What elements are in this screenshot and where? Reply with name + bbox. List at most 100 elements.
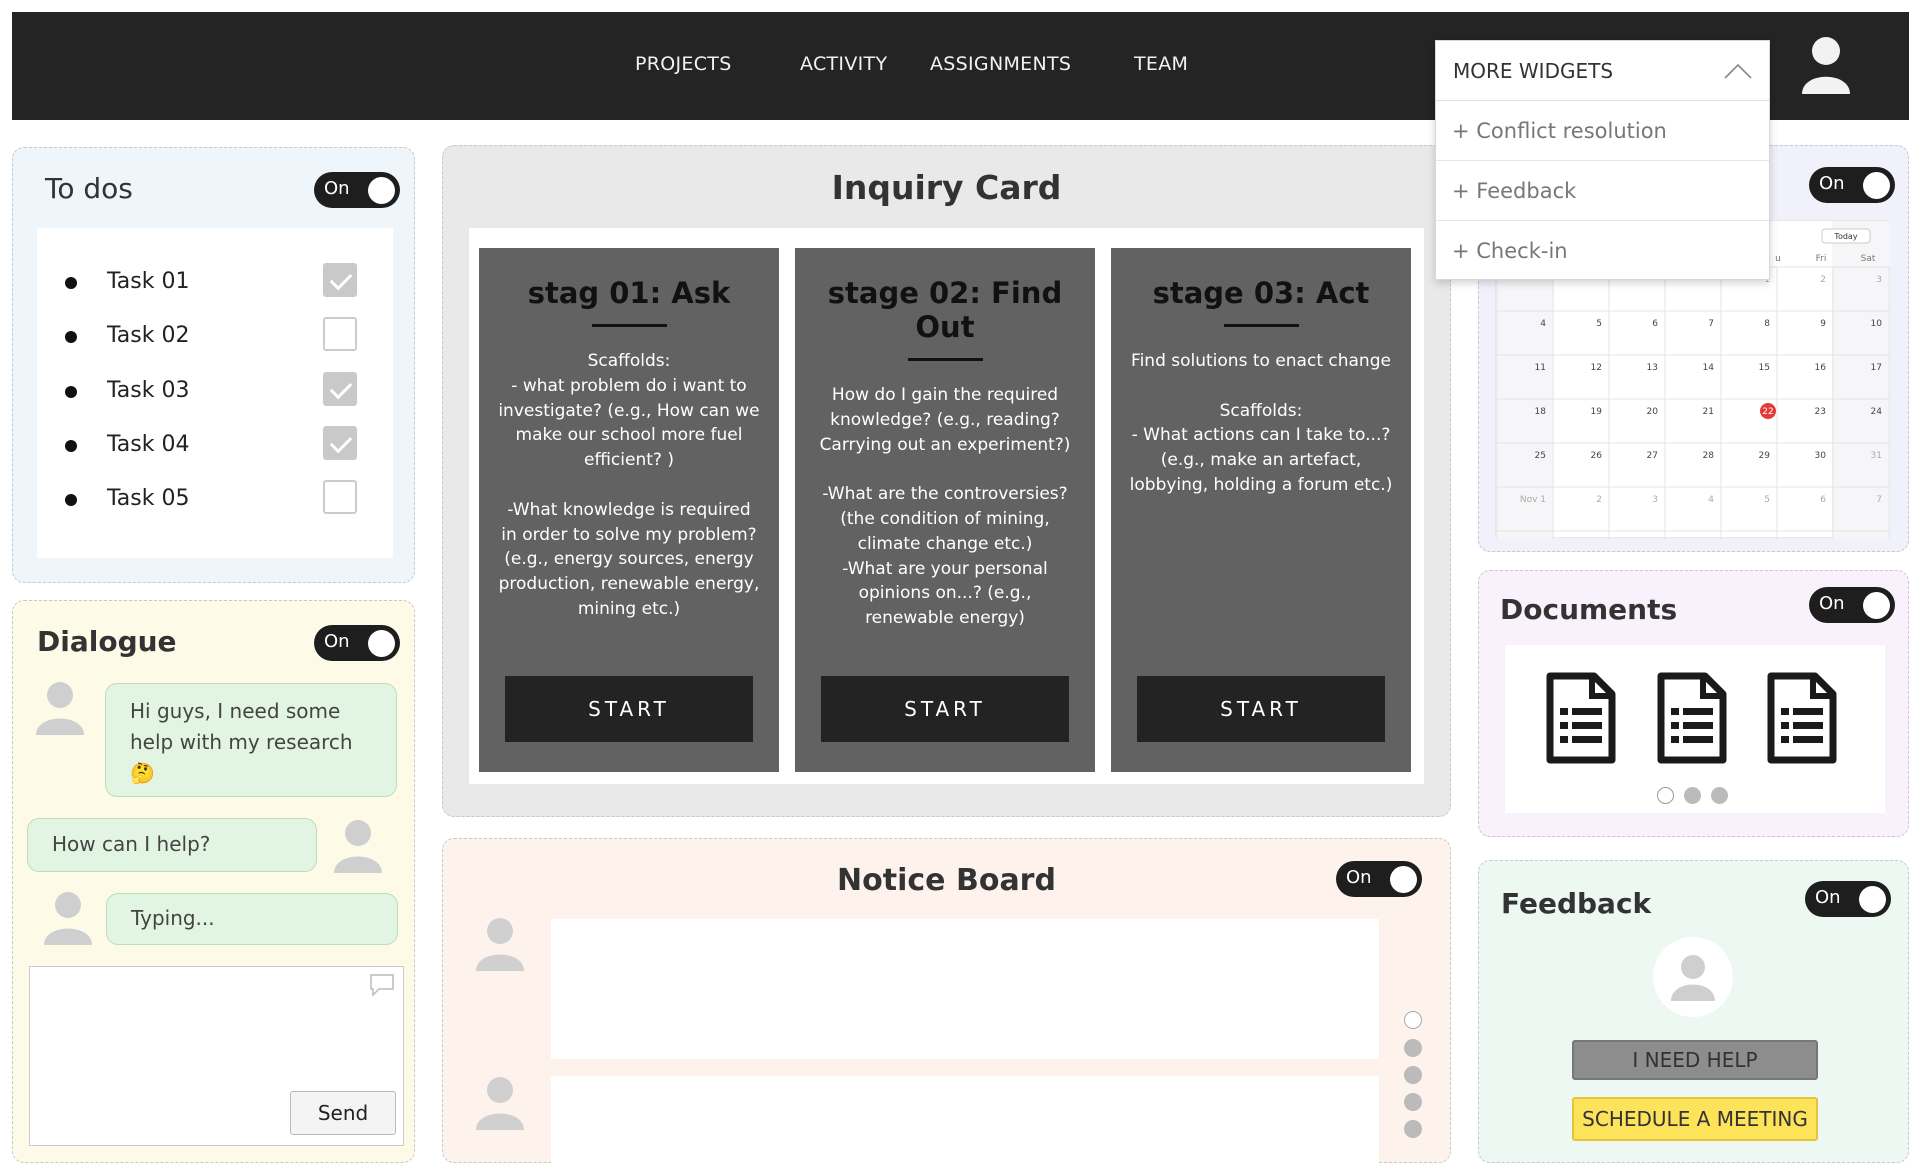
toggle-label: On xyxy=(1815,887,1841,908)
nav-assignments[interactable]: ASSIGNMENTS xyxy=(930,53,1071,75)
notice-board-toggle[interactable]: On xyxy=(1336,861,1422,897)
calendar-day[interactable]: 3 xyxy=(1876,275,1882,285)
avatar-icon xyxy=(475,917,525,971)
task-checkbox[interactable] xyxy=(323,372,357,406)
calendar-day[interactable]: 5 xyxy=(1596,319,1602,329)
inquiry-card-title: Inquiry Card xyxy=(831,168,1062,207)
carousel-dot-active[interactable] xyxy=(1657,787,1674,804)
task-checkbox[interactable] xyxy=(323,426,357,460)
calendar-day[interactable]: 10 xyxy=(1871,319,1883,329)
calendar-day[interactable]: 18 xyxy=(1535,407,1547,417)
calendar-toggle[interactable]: On xyxy=(1809,167,1895,203)
toggle-label: On xyxy=(1346,867,1372,888)
calendar-day[interactable]: 28 xyxy=(1703,451,1715,461)
message-input[interactable]: Send xyxy=(29,966,404,1146)
todos-toggle[interactable]: On xyxy=(314,172,400,208)
dialogue-toggle[interactable]: On xyxy=(314,625,400,661)
calendar-day[interactable]: 16 xyxy=(1815,363,1827,373)
calendar-day[interactable]: 27 xyxy=(1647,451,1658,461)
avatar-icon xyxy=(35,681,85,735)
nav-activity[interactable]: ACTIVITY xyxy=(800,53,887,75)
avatar-icon xyxy=(333,819,383,873)
calendar-day[interactable]: 4 xyxy=(1708,495,1714,505)
document-icon[interactable] xyxy=(1767,672,1837,768)
calendar-day[interactable]: 15 xyxy=(1759,363,1770,373)
task-label: Task 01 xyxy=(107,269,190,294)
calendar-day[interactable]: 31 xyxy=(1871,451,1882,461)
pagination-dot-active[interactable] xyxy=(1404,1011,1422,1029)
calendar-day[interactable]: 30 xyxy=(1815,451,1827,461)
calendar-day[interactable]: 5 xyxy=(1764,495,1770,505)
calendar-day[interactable]: 12 xyxy=(1591,363,1602,373)
calendar-day[interactable]: 14 xyxy=(1703,363,1715,373)
stage-title: stage 03: Act xyxy=(1152,276,1370,310)
more-widgets-toggle[interactable]: MORE WIDGETS xyxy=(1436,41,1769,101)
calendar-day[interactable]: 19 xyxy=(1591,407,1603,417)
send-button[interactable]: Send xyxy=(290,1091,396,1135)
documents-toggle[interactable]: On xyxy=(1809,587,1895,623)
calendar-day[interactable]: 7 xyxy=(1876,495,1882,505)
calendar-day[interactable]: 26 xyxy=(1591,451,1603,461)
task-label: Task 04 xyxy=(107,432,190,457)
need-help-button[interactable]: I NEED HELP xyxy=(1572,1040,1818,1080)
pagination-dot[interactable] xyxy=(1404,1120,1422,1138)
calendar-day[interactable]: 20 xyxy=(1647,407,1659,417)
documents-title: Documents xyxy=(1500,593,1678,626)
pagination-dot[interactable] xyxy=(1404,1039,1422,1057)
calendar-day[interactable]: 21 xyxy=(1703,407,1714,417)
calendar-day[interactable]: 3 xyxy=(1652,495,1658,505)
todos-title: To dos xyxy=(45,172,133,205)
calendar-day[interactable]: 6 xyxy=(1652,319,1658,329)
feedback-toggle[interactable]: On xyxy=(1805,881,1891,917)
calendar-day[interactable]: 2 xyxy=(1596,495,1602,505)
start-button[interactable]: START xyxy=(821,676,1069,742)
user-profile-icon[interactable] xyxy=(1800,36,1852,94)
calendar-day[interactable]: Nov 1 xyxy=(1520,495,1546,505)
calendar-day[interactable]: 2 xyxy=(1820,275,1826,285)
task-checkbox[interactable] xyxy=(323,317,357,351)
chat-typing-indicator: Typing... xyxy=(106,893,398,945)
stage-description: How do I gain the required knowledge? (e… xyxy=(819,385,1071,629)
comment-icon xyxy=(370,974,394,997)
task-label: Task 05 xyxy=(107,486,190,511)
task-checkbox[interactable] xyxy=(323,263,357,297)
calendar-day[interactable]: 17 xyxy=(1871,363,1882,373)
chat-message: Hi guys, I need some help with my resear… xyxy=(105,683,397,797)
pagination-dot[interactable] xyxy=(1404,1093,1422,1111)
calendar-day[interactable]: 11 xyxy=(1535,363,1546,373)
chat-message: How can I help? xyxy=(27,818,317,872)
carousel-dot[interactable] xyxy=(1684,787,1701,804)
task-checkbox[interactable] xyxy=(323,480,357,514)
avatar-icon xyxy=(43,891,93,945)
carousel-dot[interactable] xyxy=(1711,787,1728,804)
calendar-day[interactable]: 4 xyxy=(1540,319,1546,329)
widget-item-check-in[interactable]: + Check-in xyxy=(1436,221,1769,281)
document-icon[interactable] xyxy=(1546,672,1616,768)
stage-underline xyxy=(907,358,983,361)
start-button[interactable]: START xyxy=(505,676,753,742)
calendar-day[interactable]: 8 xyxy=(1764,319,1770,329)
calendar-day[interactable]: 22 xyxy=(1762,407,1773,417)
nav-team[interactable]: TEAM xyxy=(1134,53,1188,75)
calendar-day[interactable]: 13 xyxy=(1647,363,1658,373)
calendar-day[interactable]: 29 xyxy=(1759,451,1771,461)
pagination-dot[interactable] xyxy=(1404,1066,1422,1084)
calendar-day[interactable]: 25 xyxy=(1535,451,1546,461)
calendar-day[interactable]: 7 xyxy=(1708,319,1714,329)
toggle-label: On xyxy=(1819,173,1845,194)
stage-description: Find solutions to enact change Scaffolds… xyxy=(1129,351,1393,495)
toggle-knob xyxy=(1859,886,1886,913)
widget-item-conflict-resolution[interactable]: + Conflict resolution xyxy=(1436,101,1769,161)
nav-projects[interactable]: PROJECTS xyxy=(635,53,732,75)
stage-description: Scaffolds: - what problem do i want to i… xyxy=(498,351,760,619)
start-button[interactable]: START xyxy=(1137,676,1385,742)
calendar-day[interactable]: 9 xyxy=(1820,319,1826,329)
toggle-knob xyxy=(1390,866,1417,893)
calendar-day[interactable]: 6 xyxy=(1820,495,1826,505)
widget-item-feedback[interactable]: + Feedback xyxy=(1436,161,1769,221)
more-widgets-label: MORE WIDGETS xyxy=(1453,58,1614,83)
schedule-meeting-button[interactable]: SCHEDULE A MEETING xyxy=(1572,1097,1818,1141)
document-icon[interactable] xyxy=(1657,672,1727,768)
calendar-day[interactable]: 24 xyxy=(1871,407,1883,417)
calendar-day[interactable]: 23 xyxy=(1815,407,1826,417)
